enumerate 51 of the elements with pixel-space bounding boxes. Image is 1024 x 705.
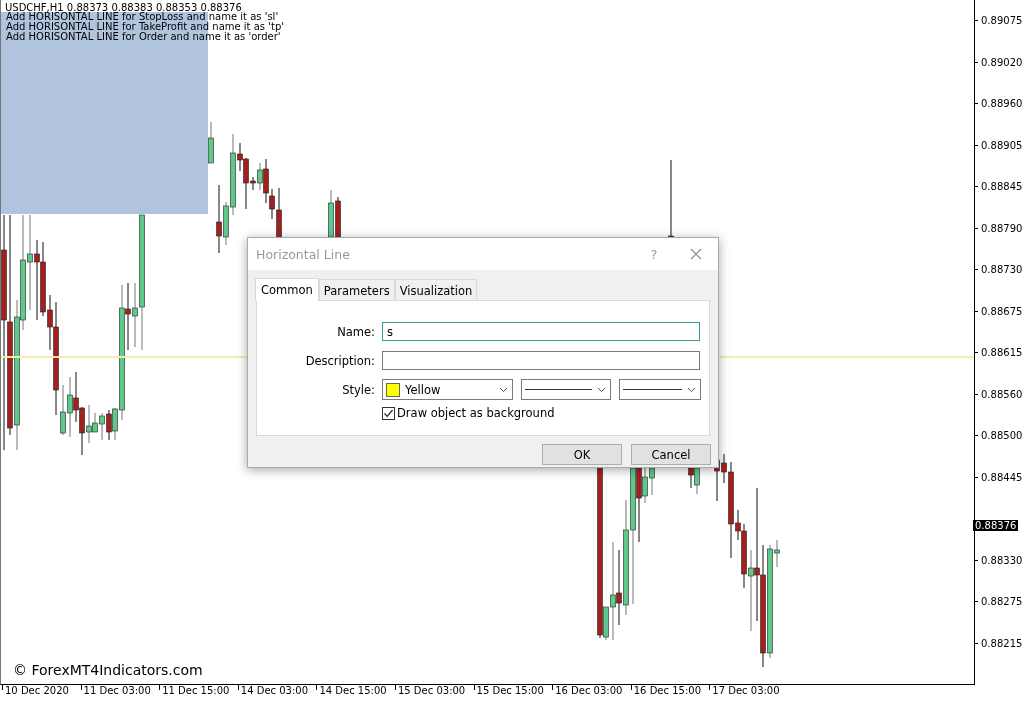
- dialog-button[interactable]: Cancel: [631, 444, 711, 465]
- tab[interactable]: Parameters: [318, 279, 395, 300]
- copyright-text: © ForexMT4Indicators.com: [13, 662, 203, 678]
- color-dropdown[interactable]: Yellow: [382, 379, 513, 400]
- field-label: Style:: [341, 382, 376, 397]
- checkbox[interactable]: [382, 406, 395, 420]
- tab[interactable]: Visualization: [394, 279, 478, 300]
- price-label: 0.88275: [981, 596, 1023, 608]
- price-label: 0.88500: [981, 430, 1023, 442]
- caret-icon: [597, 386, 606, 393]
- time-label: 15 Dec 15:00: [476, 685, 544, 696]
- price-label: 0.88845: [981, 181, 1023, 193]
- price-label: 0.88615: [981, 347, 1023, 359]
- time-label: 14 Dec 03:00: [240, 685, 309, 696]
- text-field[interactable]: [382, 351, 700, 370]
- price-label: 0.88675: [981, 305, 1023, 317]
- tab[interactable]: Common: [255, 278, 319, 301]
- close-icon: [690, 248, 702, 260]
- checkbox-label: Draw object as background: [397, 406, 555, 420]
- price-label: 0.89075: [981, 15, 1023, 27]
- time-label: 16 Dec 15:00: [633, 685, 701, 696]
- price-label: 0.88445: [981, 471, 1023, 483]
- time-label: 11 Dec 15:00: [162, 685, 230, 696]
- chart-comment: Add HORISONTAL LINE for StopLoss and name it as 'sl': [6, 12, 280, 22]
- time-label: 15 Dec 03:00: [397, 685, 466, 696]
- price-label: 0.88330: [981, 554, 1023, 566]
- dialog-button[interactable]: OK: [542, 444, 622, 465]
- time-label: 10 Dec 2020: [5, 685, 69, 696]
- text-field[interactable]: s: [382, 322, 700, 341]
- chart-comment: Add HORISONTAL LINE for Order and name it as 'order': [6, 32, 281, 42]
- line-width-dropdown[interactable]: [619, 379, 701, 400]
- price-label: 0.88215: [981, 637, 1023, 649]
- field-label: Name:: [336, 324, 376, 339]
- price-label: 0.88905: [981, 139, 1023, 151]
- time-label: 11 Dec 03:00: [83, 685, 151, 696]
- time-label: 17 Dec 03:00: [712, 685, 780, 696]
- price-label: 0.88790: [981, 222, 1023, 234]
- dialog-title: Horizontal Line: [256, 246, 351, 262]
- price-label: 0.89020: [981, 56, 1023, 68]
- price-label: 0.88730: [981, 264, 1023, 276]
- field-label: Description:: [304, 353, 376, 368]
- symbol-header: USDCHF,H1 0.88373 0.88383 0.88353 0.88376: [4, 1, 242, 13]
- caret-icon: [687, 386, 696, 393]
- price-label: 0.88960: [981, 98, 1023, 110]
- caret-icon: [499, 386, 508, 393]
- line-style-dropdown[interactable]: [521, 379, 611, 400]
- chart-comment: Add HORISONTAL LINE for TakeProfit and name it as 'tp': [6, 22, 284, 32]
- price-label: 0.88560: [981, 388, 1023, 400]
- time-label: 14 Dec 15:00: [319, 685, 387, 696]
- current-price-label: 0.88376: [973, 520, 1019, 532]
- time-label: 16 Dec 03:00: [555, 685, 623, 696]
